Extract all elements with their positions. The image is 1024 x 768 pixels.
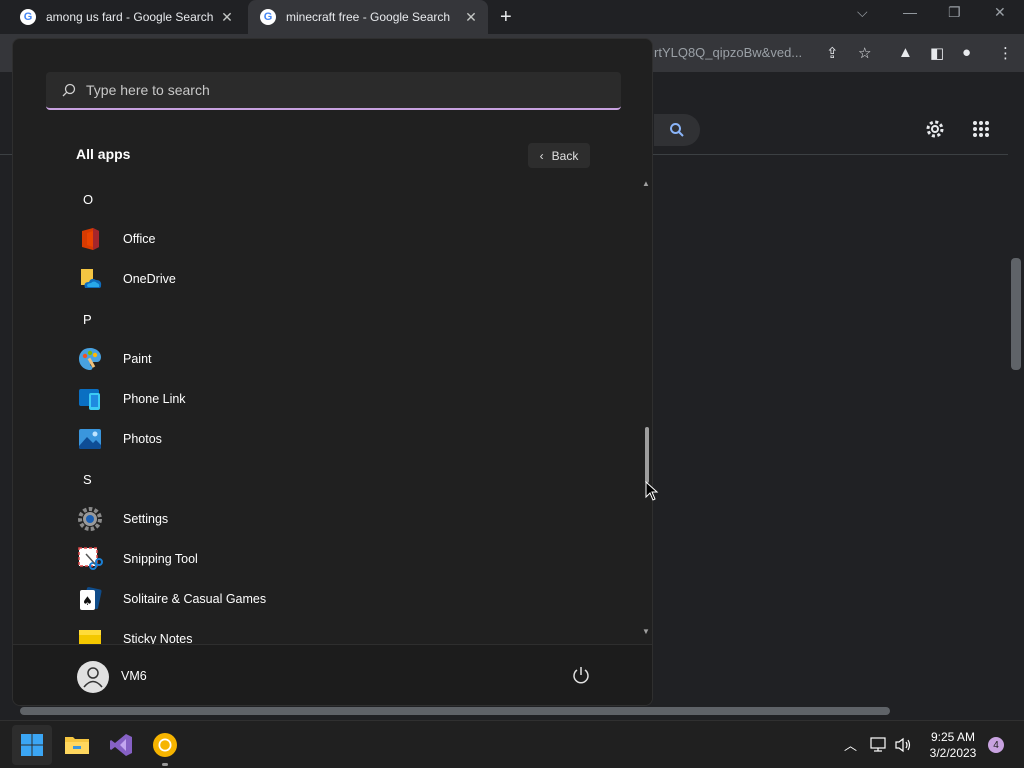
- app-item-sticky-notes[interactable]: Sticky Notes: [73, 619, 192, 644]
- start-menu: All apps ‹ Back O Office OneDrive P Pain…: [12, 38, 653, 706]
- clock-time: 9:25 AM: [930, 730, 976, 744]
- back-button[interactable]: ‹ Back: [528, 143, 590, 168]
- app-item-snipping-tool[interactable]: Snipping Tool: [73, 539, 198, 579]
- browser-tab-strip: G among us fard - Google Search ✕ G mine…: [0, 0, 1024, 34]
- app-label: Photos: [123, 432, 162, 446]
- app-item-photos[interactable]: Photos: [73, 419, 162, 459]
- scroll-down-arrow-icon[interactable]: ▼: [642, 627, 650, 636]
- snipping-tool-icon: [78, 547, 103, 570]
- tab-title: minecraft free - Google Search: [286, 10, 451, 24]
- google-favicon-icon: G: [20, 9, 36, 25]
- network-icon[interactable]: [870, 737, 888, 753]
- app-label: Snipping Tool: [123, 552, 198, 566]
- sticky-notes-icon: [79, 630, 101, 644]
- close-window-icon[interactable]: ✕: [994, 4, 1006, 21]
- app-item-settings[interactable]: Settings: [73, 499, 168, 539]
- search-input[interactable]: [86, 82, 566, 98]
- office-icon: [82, 228, 99, 250]
- close-tab-icon[interactable]: ✕: [462, 9, 480, 26]
- start-search-box[interactable]: [46, 72, 621, 110]
- app-item-solitaire[interactable]: ♠ Solitaire & Casual Games: [73, 579, 266, 619]
- clock-date: 3/2/2023: [929, 746, 977, 760]
- scrollbar-thumb[interactable]: [1011, 258, 1021, 370]
- scrollbar-thumb[interactable]: [20, 707, 890, 715]
- chrome-canary-icon: [153, 733, 177, 757]
- app-label: Settings: [123, 512, 169, 526]
- folder-icon: [65, 737, 89, 754]
- phone-link-icon: [79, 389, 100, 410]
- svg-text:♠: ♠: [82, 594, 93, 608]
- google-settings-gear-icon[interactable]: [924, 118, 946, 140]
- settings-icon: [78, 507, 102, 531]
- app-label: Phone Link: [123, 392, 186, 406]
- profile-icon[interactable]: ●: [962, 44, 971, 61]
- tab-search-icon[interactable]: ⌵: [857, 4, 868, 21]
- page-vertical-scrollbar[interactable]: [1008, 103, 1024, 703]
- app-item-phone-link[interactable]: Phone Link: [73, 379, 186, 419]
- user-avatar[interactable]: [77, 661, 109, 693]
- onedrive-icon: [81, 269, 102, 288]
- tab-title: among us fard - Google Search: [46, 10, 214, 24]
- notification-badge[interactable]: 4: [988, 737, 1004, 753]
- section-letter-s[interactable]: S: [83, 459, 92, 499]
- show-hidden-icons-chevron-icon[interactable]: ︿: [844, 735, 857, 754]
- tab-among-us[interactable]: G among us fard - Google Search ✕: [8, 0, 244, 34]
- start-button[interactable]: [12, 725, 52, 765]
- photos-icon: [79, 429, 101, 449]
- app-label: Sticky Notes: [123, 632, 193, 644]
- section-letter-o[interactable]: O: [83, 179, 93, 219]
- bookmark-star-icon[interactable]: ☆: [858, 44, 871, 62]
- app-label: Paint: [123, 352, 152, 366]
- tab-minecraft[interactable]: G minecraft free - Google Search ✕: [248, 0, 488, 34]
- app-label: Office: [123, 232, 156, 246]
- apps-list-scrollbar[interactable]: ▲ ▼: [642, 179, 651, 644]
- visual-studio-icon: [110, 734, 132, 756]
- running-indicator: [162, 763, 168, 766]
- solitaire-icon: ♠: [80, 587, 102, 610]
- new-tab-button[interactable]: +: [500, 6, 512, 29]
- start-menu-footer: VM6: [13, 644, 652, 705]
- scroll-up-arrow-icon[interactable]: ▲: [642, 179, 650, 188]
- google-search-button[interactable]: [654, 114, 700, 146]
- google-apps-grid-icon[interactable]: [972, 120, 990, 138]
- app-item-office[interactable]: Office: [73, 219, 155, 259]
- app-item-paint[interactable]: Paint: [73, 339, 152, 379]
- restore-icon[interactable]: ❐: [948, 4, 961, 21]
- system-clock[interactable]: 9:25 AM 3/2/2023: [920, 729, 986, 761]
- file-explorer-button[interactable]: [57, 725, 97, 765]
- taskbar: ︿ 9:25 AM 3/2/2023 4: [0, 720, 1024, 768]
- app-label: OneDrive: [123, 272, 176, 286]
- chrome-canary-button[interactable]: [145, 725, 185, 765]
- side-panel-icon[interactable]: ◧: [930, 44, 944, 62]
- app-item-onedrive[interactable]: OneDrive: [73, 259, 176, 299]
- labs-flask-icon[interactable]: ▲: [898, 44, 913, 61]
- address-bar[interactable]: rtYLQ8Q_qipzoBw&ved...: [654, 45, 802, 60]
- user-icon: [83, 667, 103, 688]
- menu-dots-icon[interactable]: ⋮: [998, 44, 1013, 62]
- power-icon[interactable]: [571, 665, 591, 685]
- app-label: Solitaire & Casual Games: [123, 592, 267, 606]
- google-favicon-icon: G: [260, 9, 276, 25]
- paint-icon: [79, 348, 101, 370]
- search-icon: [670, 123, 684, 137]
- user-name[interactable]: VM6: [121, 669, 147, 683]
- all-apps-list: O Office OneDrive P Paint Phone Link Pho…: [13, 179, 638, 644]
- close-tab-icon[interactable]: ✕: [218, 9, 236, 26]
- back-label: Back: [551, 148, 579, 163]
- share-icon[interactable]: ⇪: [826, 44, 839, 62]
- chevron-left-icon: ‹: [539, 148, 544, 163]
- search-icon: [62, 83, 76, 97]
- windows-logo-icon: [21, 734, 43, 756]
- minimize-icon[interactable]: —: [903, 4, 917, 20]
- scrollbar-thumb[interactable]: [645, 427, 649, 483]
- volume-icon[interactable]: [894, 737, 912, 753]
- visual-studio-button[interactable]: [101, 725, 141, 765]
- mouse-cursor-icon: [645, 481, 659, 501]
- all-apps-heading: All apps: [76, 146, 131, 162]
- section-letter-p[interactable]: P: [83, 299, 92, 339]
